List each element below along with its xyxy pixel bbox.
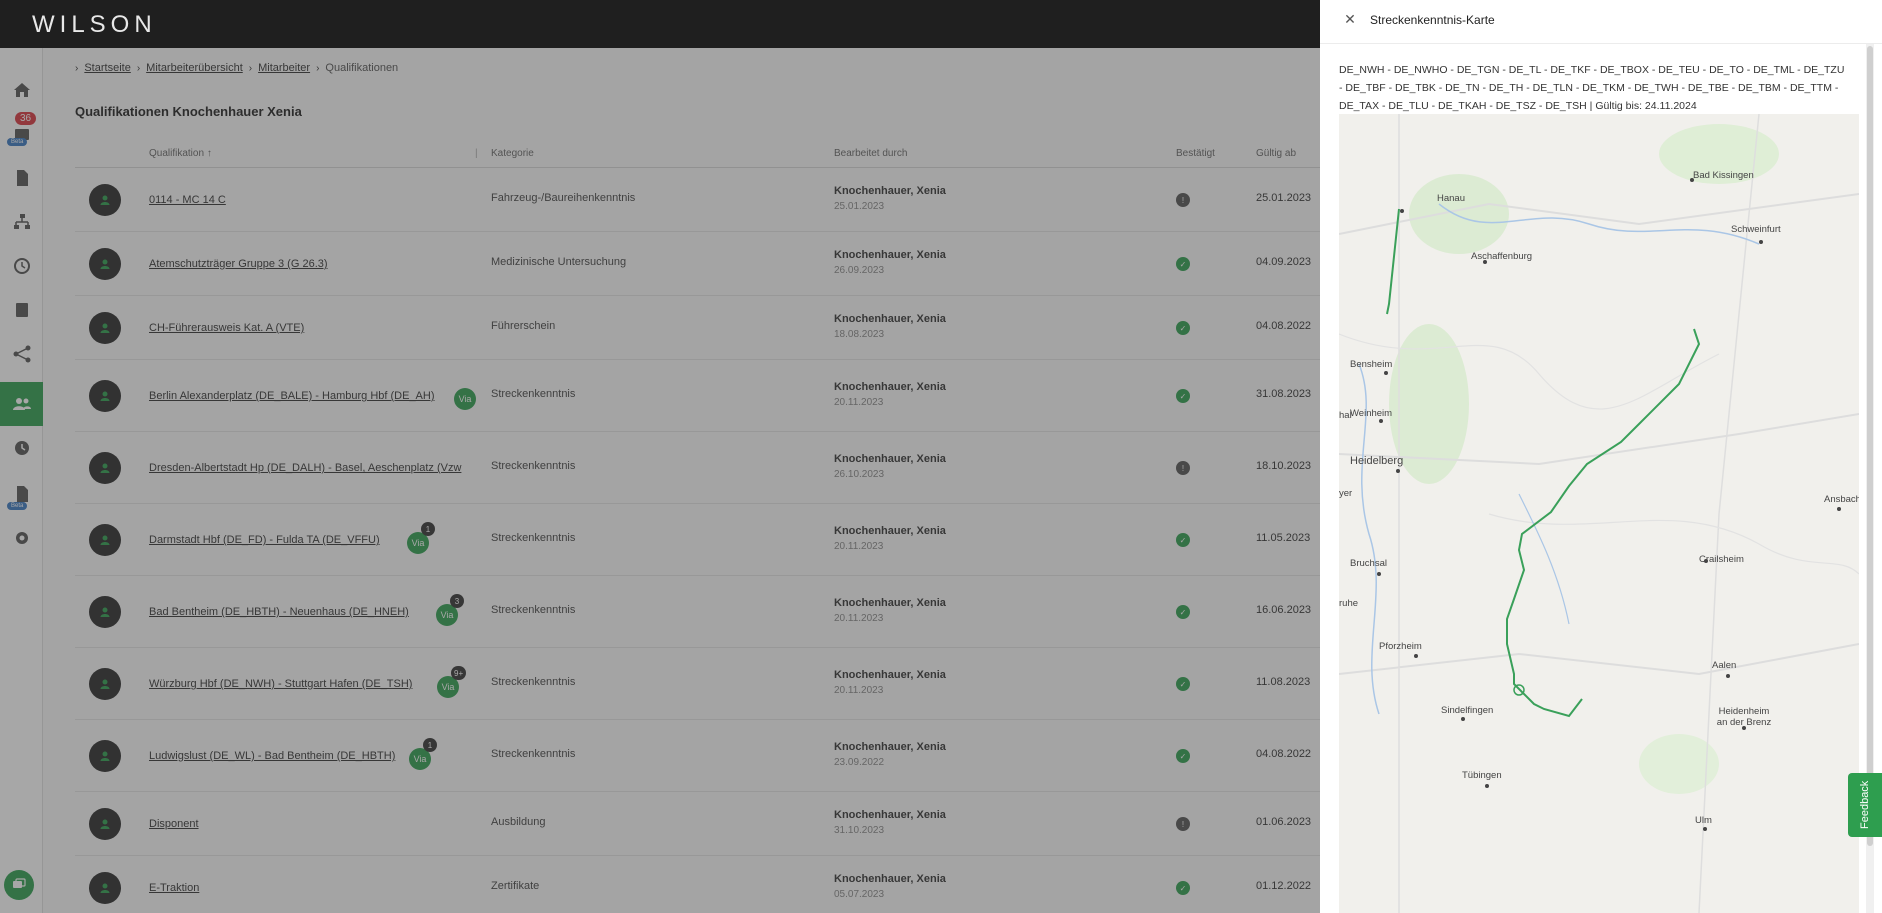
map-label-bruchsal: Bruchsal [1350, 558, 1387, 569]
map-label-hanau: Hanau [1437, 193, 1465, 204]
map-label-aschaffenburg: Aschaffenburg [1471, 251, 1533, 262]
route-stations-text: DE_NWH - DE_NWHO - DE_TGN - DE_TL - DE_T… [1339, 64, 1845, 112]
feedback-button[interactable]: Feedback [1848, 773, 1882, 837]
map-label-heidenheim: Heidenheim an der Brenz [1716, 706, 1772, 728]
map-label-crailsheim: Crailsheim [1699, 554, 1744, 565]
map-label-sindelfingen: Sindelfingen [1441, 705, 1494, 716]
map-label-bad-kissingen: Bad Kissingen [1693, 170, 1754, 181]
map-label-ansbach: Ansbach [1824, 494, 1859, 505]
map-label-aalen: Aalen [1712, 660, 1737, 671]
map-canvas [1339, 114, 1859, 913]
map-label-pforzheim: Pforzheim [1379, 641, 1422, 652]
map-label-heidelberg: Heidelberg [1350, 455, 1404, 467]
app-logo[interactable]: WILSON [32, 11, 157, 39]
route-map[interactable]: Bad Kissingen Hanau Schweinfurt Aschaffe… [1339, 114, 1859, 913]
map-label-ulm: Ulm [1695, 815, 1712, 826]
modal-backdrop[interactable] [0, 48, 1320, 913]
map-label-tuebingen: Tübingen [1462, 770, 1502, 781]
panel-divider [1320, 43, 1882, 44]
map-label-weinheim: Weinheim [1350, 408, 1393, 419]
map-label-bensheim: Bensheim [1350, 359, 1393, 370]
close-icon[interactable]: ✕ [1343, 12, 1357, 26]
map-label-karlsruhe-partial: ruhe [1339, 598, 1359, 609]
panel-title: Streckenkenntnis-Karte [1370, 13, 1495, 27]
map-label-schweinfurt: Schweinfurt [1731, 224, 1781, 235]
map-label-speyer-partial: yer [1339, 488, 1353, 499]
map-label-mannheim-partial: hal [1339, 410, 1352, 421]
panel-scrollbar-thumb[interactable] [1867, 46, 1873, 846]
